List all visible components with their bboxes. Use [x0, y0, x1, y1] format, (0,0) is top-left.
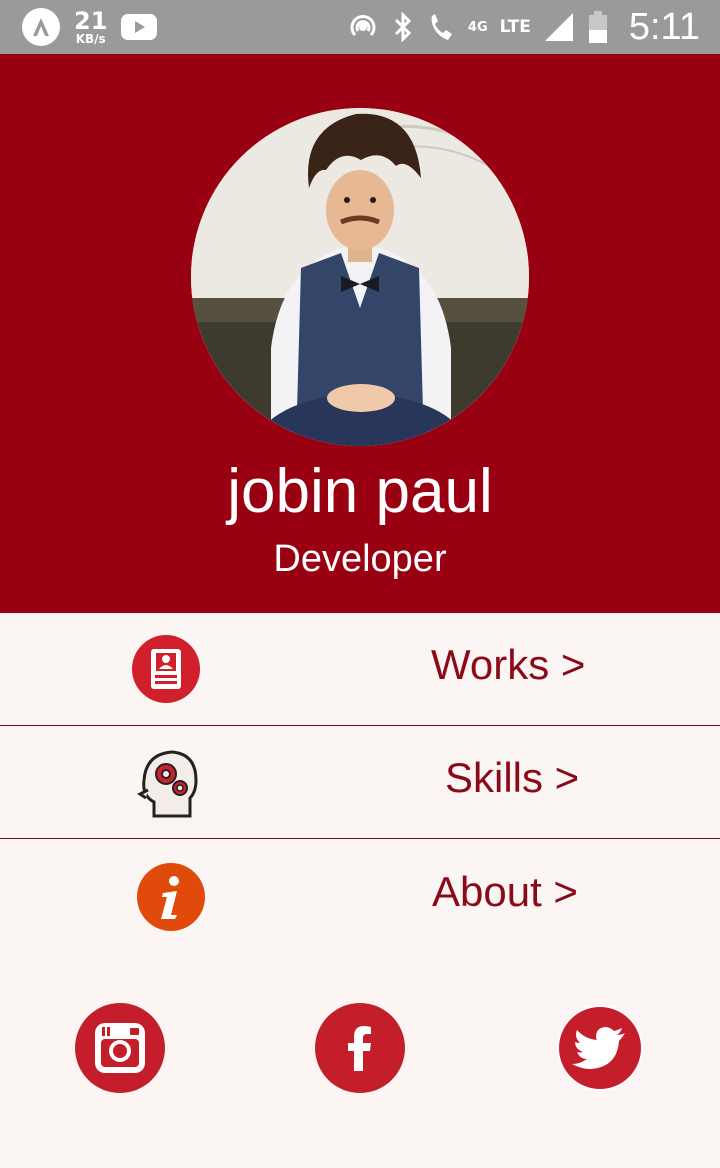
menu-label-skills: Skills > [445, 754, 580, 801]
avatar [191, 108, 529, 446]
menu-label-works: Works > [431, 641, 586, 688]
menu-item-about[interactable]: About > [0, 840, 720, 952]
hotspot-icon [350, 15, 376, 37]
profile-header: jobin paul Developer [0, 54, 720, 613]
facebook-icon[interactable] [315, 1003, 405, 1093]
network-4g-label: 4G [467, 19, 488, 35]
head-gears-icon [136, 746, 204, 818]
menu-item-works[interactable]: Works > [0, 613, 720, 726]
network-speed-unit: KB/s [75, 32, 106, 46]
clock: 5:11 [628, 5, 700, 48]
signal-icon [544, 13, 573, 41]
resume-icon [132, 635, 200, 703]
battery-icon [588, 11, 607, 43]
network-lte-label: LTE [499, 16, 531, 37]
twitter-icon[interactable] [555, 1003, 645, 1093]
wifi-calling-icon [431, 14, 452, 40]
menu-item-skills[interactable]: Skills > [0, 726, 720, 839]
network-speed-value: 21 [74, 7, 108, 35]
youtube-icon [121, 14, 158, 40]
network-speed: 21 KB/s [74, 9, 107, 45]
status-bar: 21 KB/s 4G LTE 5:11 [0, 0, 720, 54]
profile-role: Developer [273, 538, 447, 580]
info-icon [137, 863, 205, 931]
status-bar-right: 4G LTE 5:11 [346, 6, 700, 48]
instagram-icon[interactable] [75, 1003, 165, 1093]
menu-label-about: About > [432, 868, 578, 915]
app-notification-icon [22, 8, 60, 46]
profile-name: jobin paul [227, 457, 493, 526]
bluetooth-icon [394, 11, 412, 43]
status-bar-left: 21 KB/s [22, 6, 158, 48]
